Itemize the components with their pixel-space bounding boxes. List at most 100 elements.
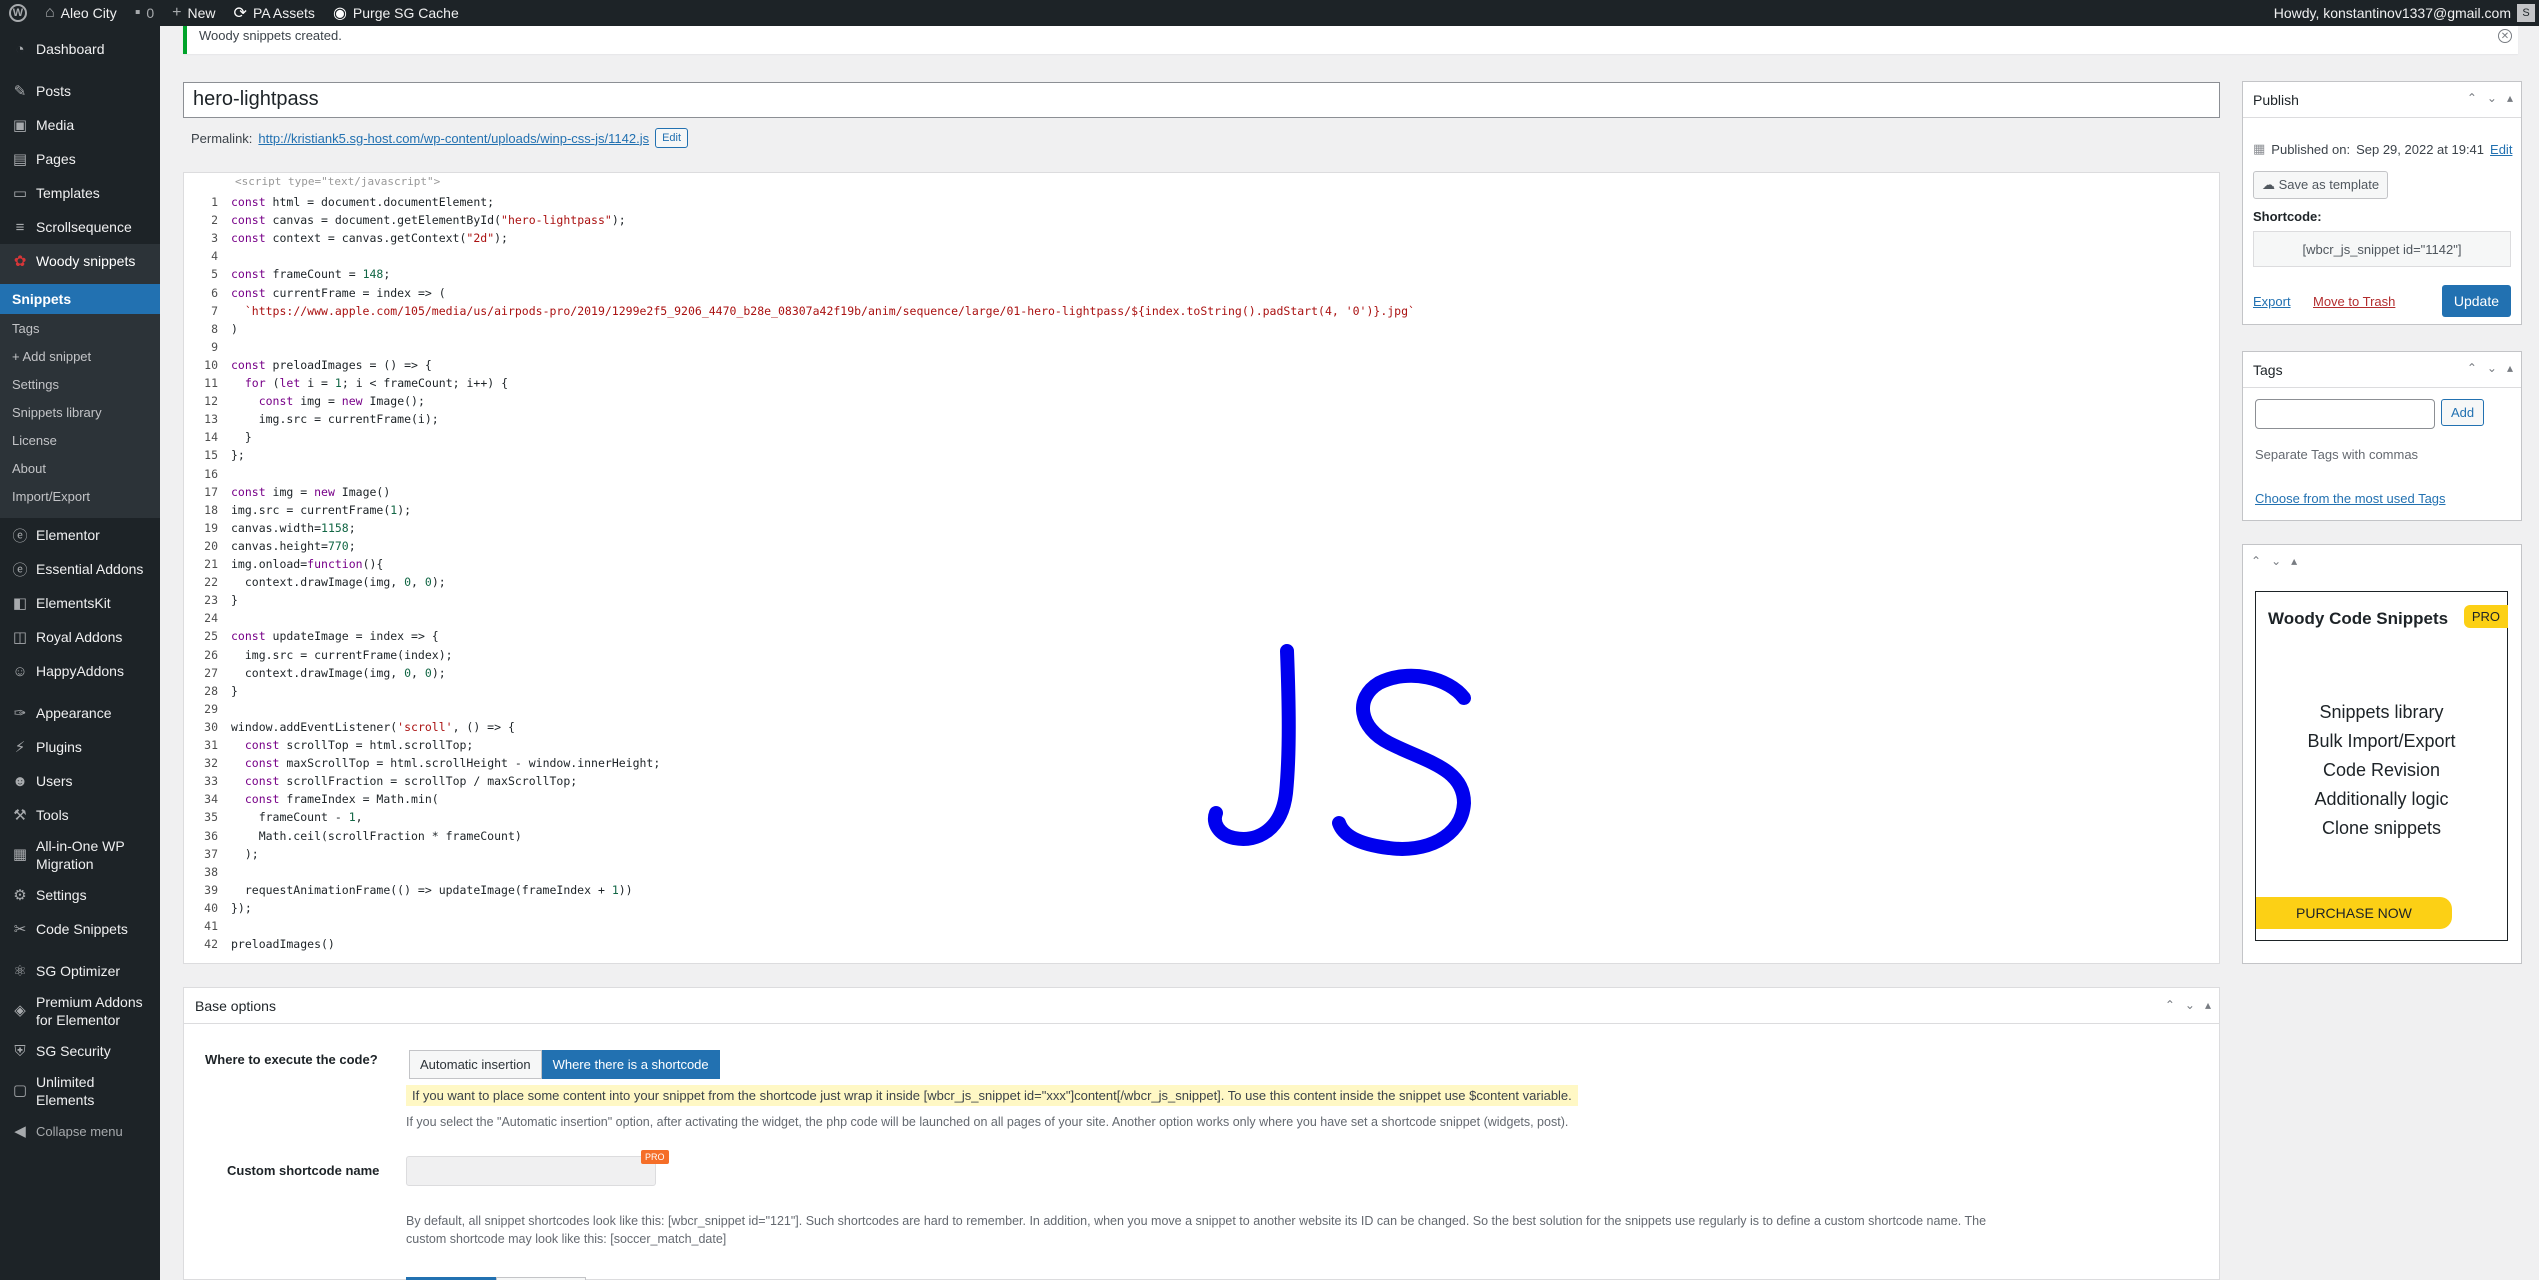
menu-plugins[interactable]: ⚡ Plugins	[0, 730, 160, 764]
menu-posts[interactable]: ✎ Posts	[0, 74, 160, 108]
menu-elementor[interactable]: ⓔ Elementor	[0, 518, 160, 552]
code-text: canvas.height=770;	[231, 538, 356, 553]
tags-box: Tags ⌃ ⌄ ▴ Add Separate Tags with commas…	[2242, 351, 2522, 521]
published-label: Published on:	[2271, 141, 2351, 157]
code-text: const scrollTop = html.scrollTop;	[244, 738, 474, 752]
chevron-down-icon[interactable]: ⌄	[2185, 998, 2195, 1012]
menu-tools[interactable]: ⚒ Tools	[0, 798, 160, 832]
submenu-snippets[interactable]: Snippets	[0, 284, 160, 314]
dismiss-icon[interactable]: ✕	[2498, 29, 2512, 43]
caret-up-icon[interactable]: ▴	[2507, 91, 2513, 105]
edit-date-link[interactable]: Edit	[2490, 142, 2512, 157]
caret-up-icon[interactable]: ▴	[2205, 998, 2211, 1012]
shortcode-value[interactable]: [wbcr_js_snippet id="1142"]	[2253, 231, 2511, 267]
code-text: const currentFrame = index => (	[231, 285, 446, 300]
promo-card: Woody Code Snippets PRO Snippets library…	[2255, 591, 2508, 941]
code-line: 17 const img = new Image()	[184, 483, 2219, 501]
line-number: 39	[204, 882, 218, 897]
menu-happyaddons[interactable]: ☺ HappyAddons	[0, 654, 160, 688]
line-number: 42	[204, 937, 218, 952]
howdy-text: Howdy, konstantinov1337@gmail.com	[2273, 5, 2511, 21]
menu-royal-addons[interactable]: ◫ Royal Addons	[0, 620, 160, 654]
save-as-template-button[interactable]: ☁ Save as template	[2253, 171, 2389, 199]
code-text: window.addEventListener('scroll', () => …	[231, 719, 515, 734]
menu-users[interactable]: ☻ Users	[0, 764, 160, 798]
line-number: 24	[204, 611, 218, 626]
submenu-settings[interactable]: Settings	[0, 370, 160, 398]
submenu-import-export[interactable]: Import/Export	[0, 482, 160, 510]
add-tag-button[interactable]: Add	[2441, 399, 2485, 426]
chevron-up-icon[interactable]: ⌃	[2467, 91, 2477, 105]
chevron-up-icon[interactable]: ⌃	[2467, 361, 2477, 375]
menu-code-snippets[interactable]: ✂ Code Snippets	[0, 912, 160, 946]
code-line: 8)	[184, 320, 2219, 338]
new-content-menu[interactable]: + New	[163, 0, 224, 26]
chevron-down-icon[interactable]: ⌄	[2487, 91, 2497, 105]
menu-appearance[interactable]: ✑ Appearance	[0, 696, 160, 730]
move-to-trash-link[interactable]: Move to Trash	[2313, 294, 2395, 309]
menu-premium-addons[interactable]: ◈ Premium Addons for Elementor	[0, 988, 160, 1034]
site-name-menu[interactable]: ⌂ Aleo City	[36, 0, 126, 26]
chevron-up-icon[interactable]: ⌃	[2251, 554, 2261, 568]
shortcode-option[interactable]: Where there is a shortcode	[541, 1050, 720, 1079]
menu-elementskit[interactable]: ◧ ElementsKit	[0, 586, 160, 620]
custom-shortcode-input[interactable]	[406, 1156, 656, 1186]
line-number: 19	[204, 520, 218, 535]
code-line: 19 canvas.width=1158;	[184, 519, 2219, 537]
admin-sidebar: ◔ Dashboard ✎ Posts ▣ Media ▤ Pages ▭ Templat…	[0, 26, 160, 1280]
automatic-insertion-option[interactable]: Automatic insertion	[409, 1050, 542, 1079]
caret-up-icon[interactable]: ▴	[2507, 361, 2513, 375]
royal-addons-icon: ◫	[12, 629, 28, 646]
tag-input[interactable]	[2255, 399, 2435, 429]
menu-templates[interactable]: ▭ Templates	[0, 176, 160, 210]
purge-cache-menu[interactable]: ◉ Purge SG Cache	[324, 0, 468, 26]
menu-scrollsequence[interactable]: ≡ Scrollsequence	[0, 210, 160, 244]
menu-pages[interactable]: ▤ Pages	[0, 142, 160, 176]
code-text: frameCount - 1,	[231, 810, 363, 825]
my-account-menu[interactable]: Howdy, konstantinov1337@gmail.com S	[2274, 0, 2539, 26]
line-number: 16	[204, 466, 218, 481]
chevron-up-icon[interactable]: ⌃	[2165, 998, 2175, 1012]
chevron-down-icon[interactable]: ⌄	[2487, 361, 2497, 375]
code-line: 21 img.onload=function(){	[184, 555, 2219, 573]
export-link[interactable]: Export	[2253, 294, 2291, 309]
menu-dashboard[interactable]: ◔ Dashboard	[0, 32, 160, 66]
snippet-title-input[interactable]: hero-lightpass	[183, 82, 2220, 118]
update-button[interactable]: Update	[2441, 285, 2511, 317]
caret-up-icon[interactable]: ▴	[2291, 554, 2297, 568]
submenu-license[interactable]: License	[0, 426, 160, 454]
wp-logo-menu[interactable]: W	[0, 0, 36, 26]
code-editor[interactable]: <script type="text/javascript"> 1 const h…	[183, 172, 2220, 964]
menu-collapse[interactable]: ◀ Collapse menu	[0, 1114, 160, 1148]
menu-settings[interactable]: ⚙ Settings	[0, 878, 160, 912]
cloud-icon: ☁	[2262, 177, 2275, 192]
submenu-add-snippet[interactable]: + Add snippet	[0, 342, 160, 370]
code-text: Math.ceil(scrollFraction * frameCount)	[231, 828, 522, 843]
elementor-icon: ⓔ	[12, 527, 28, 545]
menu-all-in-one-migration[interactable]: ▦ All-in-One WP Migration	[0, 832, 160, 878]
menu-woody-snippets[interactable]: ✿ Woody snippets	[0, 244, 160, 278]
unlimited-elements-icon: ▢	[12, 1082, 28, 1099]
menu-sg-optimizer[interactable]: ⚛ SG Optimizer	[0, 954, 160, 988]
base-options-header[interactable]: Base options	[184, 988, 2219, 1024]
site-name: Aleo City	[60, 5, 117, 21]
purchase-now-button[interactable]: PURCHASE NOW	[2256, 897, 2452, 929]
choose-most-used-tags-link[interactable]: Choose from the most used Tags	[2255, 491, 2446, 506]
menu-sg-security[interactable]: ⛨ SG Security	[0, 1034, 160, 1068]
permalink-edit-button[interactable]: Edit	[655, 128, 689, 148]
menu-unlimited-elements[interactable]: ▢ Unlimited Elements	[0, 1068, 160, 1114]
menu-label: Scrollsequence	[36, 219, 132, 235]
menu-label: Unlimited Elements	[36, 1073, 94, 1109]
pa-assets-menu[interactable]: ⟳ PA Assets	[225, 0, 324, 26]
line-number: 11	[204, 376, 218, 390]
submenu-about[interactable]: About	[0, 454, 160, 482]
line-number: 23	[204, 593, 218, 608]
submenu-tags[interactable]: Tags	[0, 314, 160, 342]
menu-essential-addons[interactable]: ⓔ Essential Addons	[0, 552, 160, 586]
comments-menu[interactable]: ▪ 0	[126, 0, 163, 26]
chevron-down-icon[interactable]: ⌄	[2271, 554, 2281, 568]
line-number: 10	[204, 357, 218, 372]
menu-media[interactable]: ▣ Media	[0, 108, 160, 142]
submenu-snippets-library[interactable]: Snippets library	[0, 398, 160, 426]
permalink-link[interactable]: http://kristiank5.sg-host.com/wp-content…	[258, 131, 649, 146]
